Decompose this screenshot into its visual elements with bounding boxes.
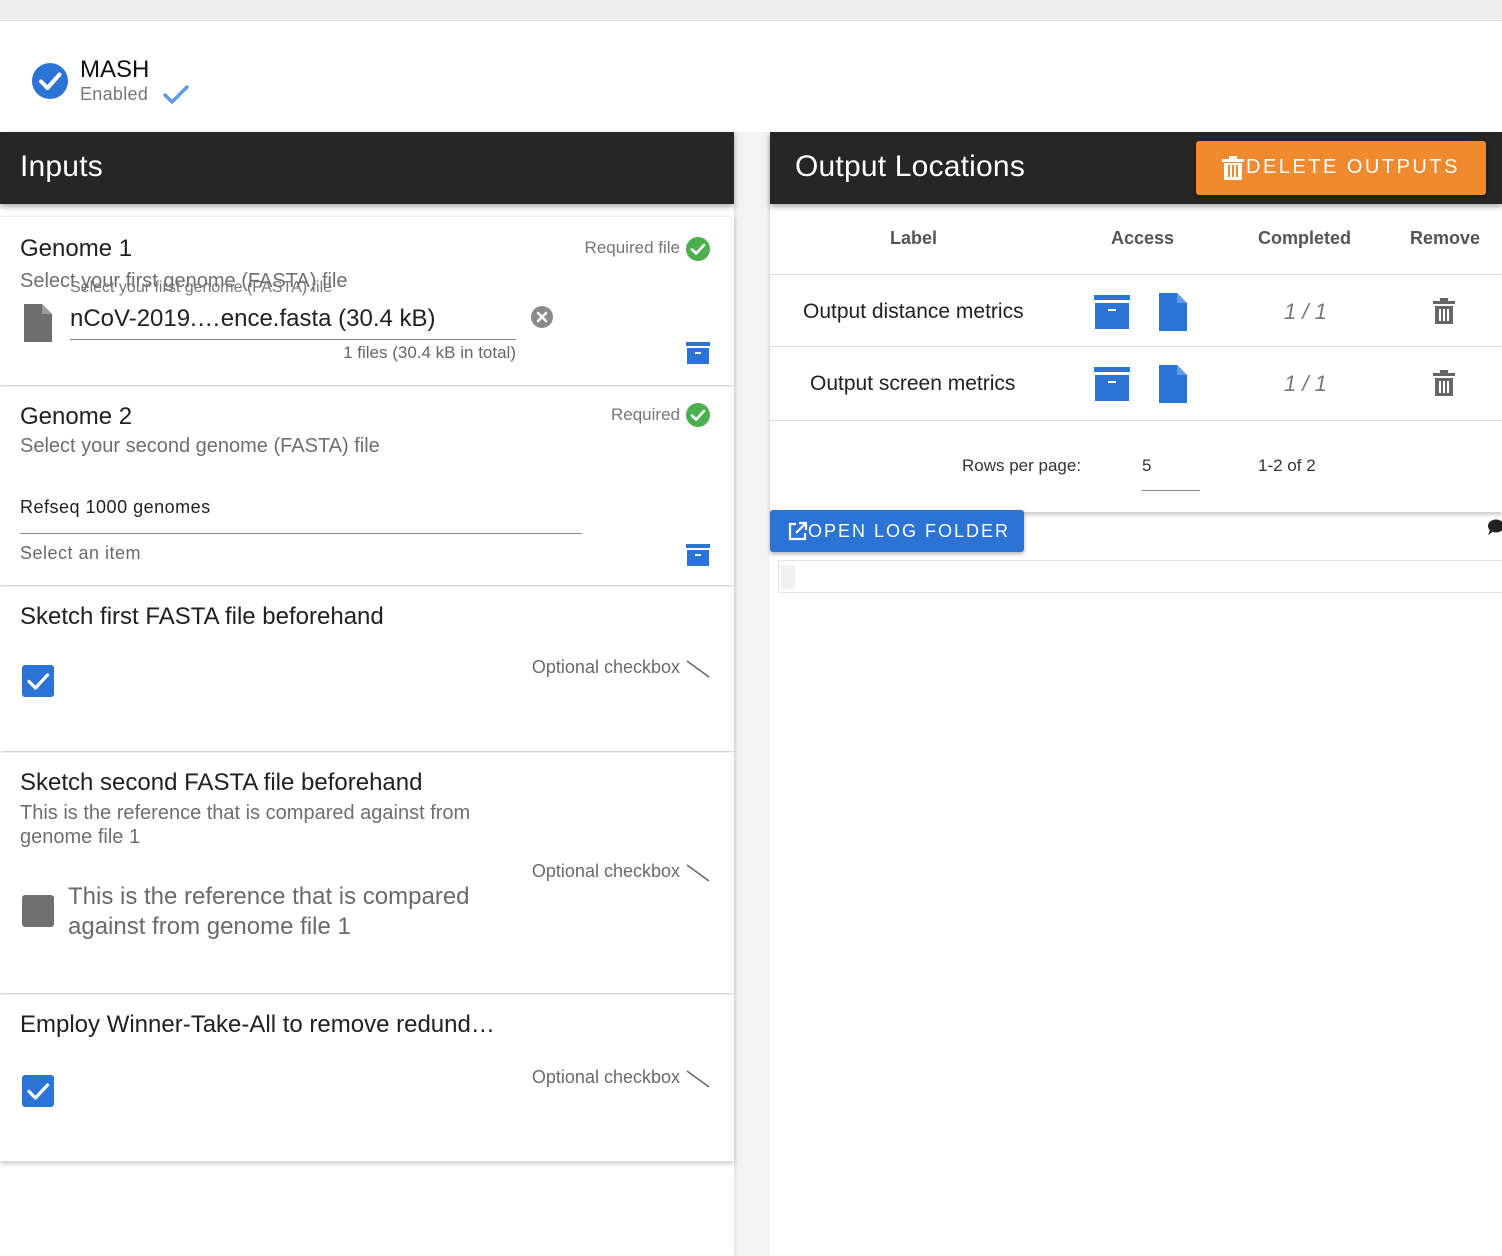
sketch2-description: This is the reference that is compared a…	[20, 802, 471, 848]
open-log-folder-button[interactable]: OPEN LOG FOLDER	[770, 510, 1024, 552]
col-access: Access	[1111, 228, 1175, 248]
optional-dash-icon	[686, 864, 710, 882]
pagination-range: 1-2 of 2	[1258, 456, 1316, 475]
success-check-icon	[686, 237, 710, 261]
archive-icon[interactable]	[686, 543, 710, 567]
divider	[770, 346, 1502, 347]
rows-per-page-select[interactable]: 5	[1142, 446, 1200, 491]
enabled-check-circle-icon	[32, 63, 68, 99]
app-status: Enabled	[80, 84, 149, 104]
row-completed: 1 / 1	[1284, 299, 1327, 324]
checkbox-check-icon	[27, 1083, 50, 1100]
app-title: MASH	[80, 56, 150, 83]
sketch1-card: Sketch first FASTA file beforehand Optio…	[0, 586, 734, 751]
optional-dash-icon	[686, 660, 710, 678]
col-label: Label	[890, 228, 938, 248]
sketch2-requirement: Optional checkbox	[531, 861, 680, 881]
genome2-card: Genome 2 Select your second genome (FAST…	[0, 386, 734, 585]
app-header	[0, 21, 1502, 132]
sketch2-checkbox[interactable]	[22, 895, 54, 927]
row-label: Output screen metrics	[810, 372, 1016, 395]
open-log-folder-label: OPEN LOG FOLDER	[808, 521, 1011, 541]
divider	[770, 420, 1502, 421]
wta-title: Employ Winner-Take-All to remove redund…	[20, 1011, 495, 1038]
genome1-title: Genome 1	[20, 235, 133, 262]
sketch2-card: Sketch second FASTA file beforehand This…	[0, 752, 734, 993]
wta-card: Employ Winner-Take-All to remove redund……	[0, 994, 734, 1161]
divider	[770, 274, 1502, 275]
genome2-selected-value: Refseq 1000 genomes	[20, 497, 211, 517]
rows-per-page-label: Rows per page:	[962, 456, 1082, 475]
genome2-select[interactable]: Refseq 1000 genomes	[20, 487, 582, 534]
sketch1-title: Sketch first FASTA file beforehand	[20, 603, 384, 630]
sketch1-requirement: Optional checkbox	[531, 657, 680, 677]
sketch2-title: Sketch second FASTA file beforehand	[20, 769, 423, 796]
wta-checkbox[interactable]	[22, 1075, 54, 1107]
wta-requirement: Optional checkbox	[531, 1067, 680, 1087]
sketch2-checkbox-label: This is the reference that is compared a…	[68, 883, 470, 940]
optional-dash-icon	[686, 1070, 710, 1088]
log-viewer[interactable]	[778, 560, 1502, 593]
chat-bubble-icon[interactable]	[1486, 518, 1502, 536]
rows-per-page-value: 5	[1142, 456, 1152, 475]
clear-file-icon[interactable]	[530, 305, 554, 329]
genome1-requirement: Required file	[584, 238, 680, 257]
inputs-header: Inputs	[0, 132, 734, 204]
col-completed: Completed	[1258, 228, 1352, 248]
genome2-hint: Select an item	[20, 543, 142, 563]
genome1-files-summary: 1 files (30.4 kB in total)	[343, 343, 516, 362]
top-bar	[0, 0, 1502, 21]
row-completed: 1 / 1	[1284, 371, 1327, 396]
genome1-file-name: nCoV-2019.…ence.fasta (30.4 kB)	[70, 305, 436, 332]
genome1-card: Genome 1 Select your first genome (FASTA…	[0, 216, 734, 385]
checkbox-check-icon	[27, 673, 50, 690]
check-icon	[163, 85, 189, 104]
genome2-title: Genome 2	[20, 403, 133, 430]
archive-icon[interactable]	[1094, 295, 1130, 329]
genome2-requirement: Required	[611, 405, 680, 424]
file-icon[interactable]	[1159, 365, 1187, 403]
archive-icon[interactable]	[686, 341, 710, 365]
genome1-field-label: Select your first genome (FASTA) file	[70, 279, 333, 296]
external-link-icon	[788, 521, 808, 541]
inputs-title: Inputs	[20, 150, 103, 183]
row-label: Output distance metrics	[803, 300, 1024, 323]
col-remove: Remove	[1410, 228, 1481, 248]
genome2-description: Select your second genome (FASTA) file	[20, 435, 380, 457]
log-scrollbar[interactable]	[781, 565, 795, 589]
genome1-file-input[interactable]: nCoV-2019.…ence.fasta (30.4 kB)	[70, 305, 516, 340]
outputs-table: Label Access Completed Remove Output dis…	[770, 132, 1502, 512]
file-icon[interactable]	[1159, 293, 1187, 331]
trash-icon[interactable]	[1433, 298, 1455, 324]
trash-icon[interactable]	[1433, 370, 1455, 396]
sketch1-checkbox[interactable]	[22, 665, 54, 697]
archive-icon[interactable]	[1094, 367, 1130, 401]
file-icon	[24, 304, 52, 342]
success-check-icon	[686, 403, 710, 427]
